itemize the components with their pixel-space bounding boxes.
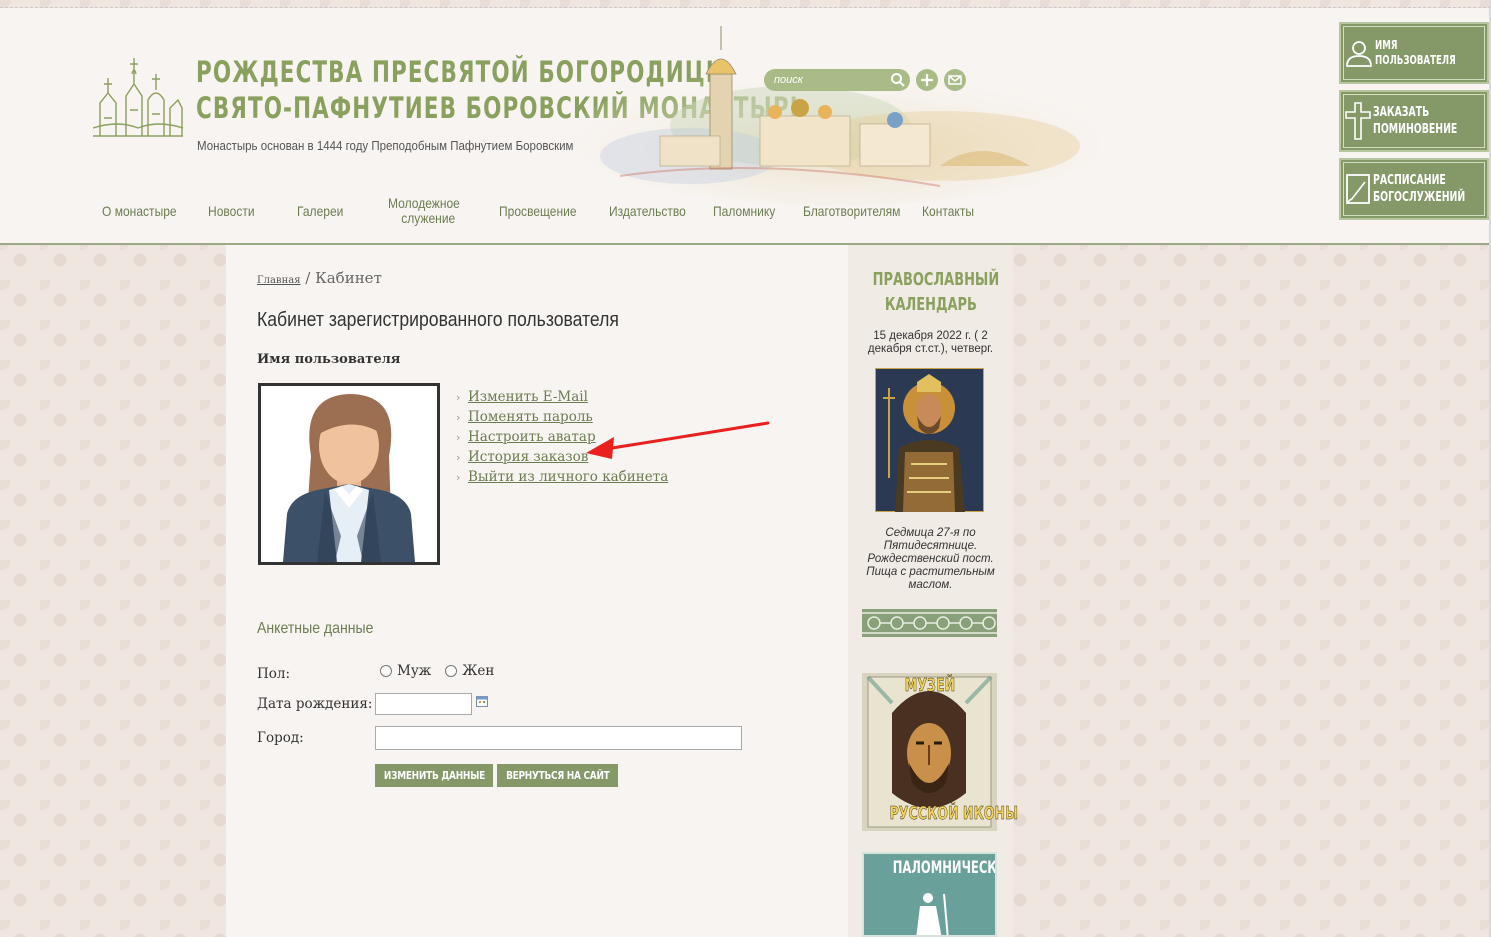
cross-icon xyxy=(1345,102,1371,140)
service-schedule-line1: Расписание xyxy=(1373,173,1446,188)
red-arrow-annotation-icon xyxy=(586,421,770,459)
chevron-right-icon: › xyxy=(456,450,461,464)
user-name: Имя пользователя xyxy=(257,352,401,367)
nav-item-contacts[interactable]: Контакты xyxy=(922,204,974,219)
gender-radio-group: Муж Жен xyxy=(378,663,494,679)
museum-banner[interactable]: Музей русской иконы xyxy=(862,673,1019,831)
monastery-logo-icon[interactable] xyxy=(88,48,188,143)
add-button[interactable] xyxy=(916,69,938,91)
gender-male-radio[interactable] xyxy=(380,665,392,677)
chevron-right-icon: › xyxy=(456,430,461,444)
book-icon xyxy=(1346,174,1370,204)
nav-item-publishing[interactable]: Издательство xyxy=(609,204,686,219)
search-input[interactable] xyxy=(772,73,894,87)
nav-item-about[interactable]: О монастыре xyxy=(102,204,177,219)
gender-female-label: Жен xyxy=(462,663,495,679)
sidebar-calendar: Православный календарь 15 декабря 2022 г… xyxy=(848,245,1019,937)
nav-item-education[interactable]: Просвещение xyxy=(499,204,577,219)
search-box[interactable] xyxy=(764,69,910,91)
museum-banner-line1: Музей xyxy=(904,675,955,697)
list-item: › Выйти из личного кабинета xyxy=(456,467,668,487)
chevron-right-icon: › xyxy=(456,390,461,404)
pilgrim-banner[interactable]: Паломническая xyxy=(862,852,997,937)
nav-item-pilgrims[interactable]: Паломнику xyxy=(713,204,775,219)
saint-icon-image[interactable] xyxy=(875,368,984,512)
pilgrim-figure-icon xyxy=(916,893,949,935)
configure-avatar-link[interactable]: Настроить аватар xyxy=(468,429,596,445)
change-password-link[interactable]: Поменять пароль xyxy=(468,409,593,425)
change-email-link[interactable]: Изменить E-Mail xyxy=(468,389,588,405)
breadcrumb: Главная / Кабинет xyxy=(257,269,382,287)
back-to-site-button[interactable]: Вернуться на сайт xyxy=(497,764,618,787)
service-schedule-button[interactable]: Расписание богослужений xyxy=(1339,158,1489,220)
save-data-button[interactable]: Изменить данные xyxy=(375,764,493,787)
user-profile-line1: Имя xyxy=(1374,38,1398,52)
city-input[interactable] xyxy=(375,726,742,750)
breadcrumb-current: Кабинет xyxy=(315,269,382,287)
calendar-icon[interactable] xyxy=(476,695,488,707)
main-content: Главная / Кабинет Кабинет зарегистрирова… xyxy=(226,245,848,937)
calendar-title-line1: Православный xyxy=(872,269,1000,290)
user-icon xyxy=(1346,41,1372,67)
order-commemoration-line2: поминовение xyxy=(1373,122,1458,137)
mail-icon xyxy=(948,75,962,85)
chevron-right-icon: › xyxy=(456,410,461,424)
logout-link[interactable]: Выйти из личного кабинета xyxy=(468,469,668,485)
site-header: Рождества Пресвятой Богородицы Свято-Паф… xyxy=(0,8,1491,245)
save-data-button-label: Изменить данные xyxy=(383,769,485,782)
profile-section-title: Анкетные данные xyxy=(257,620,374,637)
gender-label: Пол: xyxy=(257,666,291,682)
gender-female-radio[interactable] xyxy=(445,665,458,677)
order-history-link[interactable]: История заказов xyxy=(468,449,588,465)
user-profile-button[interactable]: Имя пользователя xyxy=(1339,22,1489,84)
user-profile-line2: пользователя xyxy=(1374,53,1456,67)
breadcrumb-separator: / xyxy=(300,269,316,287)
chevron-right-icon: › xyxy=(456,470,461,484)
back-to-site-button-label: Вернуться на сайт xyxy=(505,769,610,782)
service-schedule-line2: богослужений xyxy=(1373,190,1466,205)
site-subtitle: Монастырь основан в 1444 году Преподобны… xyxy=(197,139,574,153)
monastery-watercolor-image xyxy=(570,26,1100,206)
calendar-title-line2: календарь xyxy=(884,294,977,315)
breadcrumb-home-link[interactable]: Главная xyxy=(257,275,301,286)
birthdate-label: Дата рождения: xyxy=(257,696,373,712)
nav-item-donors[interactable]: Благотворителям xyxy=(803,204,900,219)
order-commemoration-line1: Заказать xyxy=(1373,105,1430,120)
search-icon[interactable] xyxy=(890,72,906,88)
nav-item-youth-line2: служение xyxy=(401,210,456,226)
city-label: Город: xyxy=(257,730,304,746)
mail-button[interactable] xyxy=(944,69,966,91)
gender-male-label: Муж xyxy=(397,663,432,679)
avatar[interactable] xyxy=(258,383,440,565)
calendar-note: Седмица 27-я по Пятидесятнице. Рождестве… xyxy=(866,527,995,591)
page-title: Кабинет зарегистрированного пользователя xyxy=(257,309,619,331)
nav-item-youth-line1: Молодежное xyxy=(388,195,460,211)
list-item: › Изменить E-Mail xyxy=(456,387,668,407)
order-commemoration-button[interactable]: Заказать поминовение xyxy=(1339,90,1489,152)
nav-item-youth[interactable]: Молодежное служение xyxy=(388,196,460,226)
plus-icon xyxy=(921,74,933,86)
nav-item-galleries[interactable]: Галереи xyxy=(297,204,343,219)
birthdate-input[interactable] xyxy=(375,693,472,715)
ornament-divider-image xyxy=(862,609,997,637)
museum-banner-line2: русской иконы xyxy=(889,803,1019,825)
avatar-placeholder-image xyxy=(283,394,415,562)
nav-item-news[interactable]: Новости xyxy=(208,204,255,219)
calendar-date: 15 декабря 2022 г. ( 2 декабря ст.ст.), … xyxy=(867,330,994,355)
calendar-title[interactable]: Православный календарь xyxy=(848,267,1013,317)
